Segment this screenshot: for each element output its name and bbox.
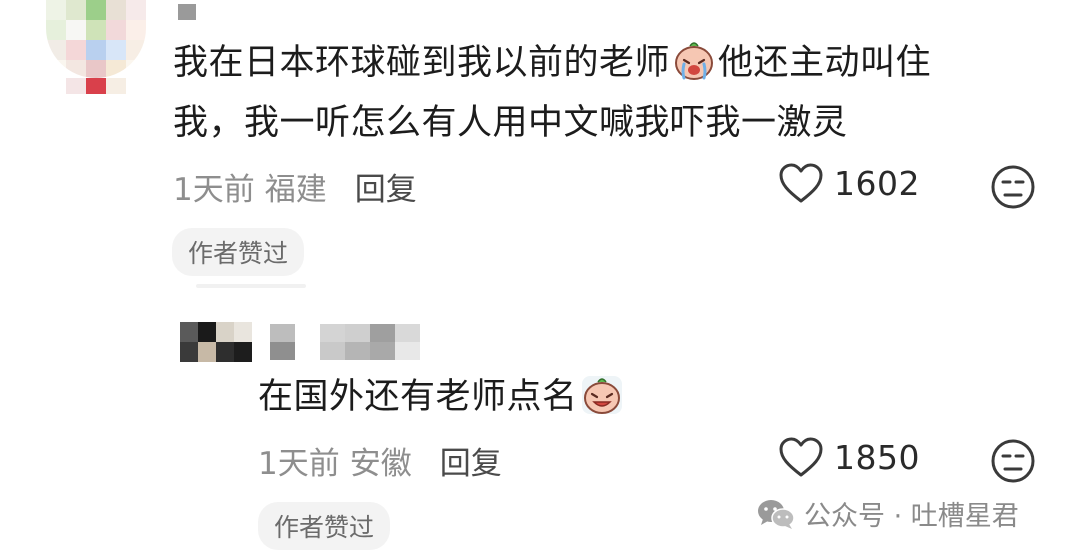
dislike-face-icon[interactable] (990, 164, 1036, 210)
username-blurred[interactable] (178, 4, 196, 20)
comment-location: 安徽 (349, 446, 412, 482)
watermark-text: 公众号 · 吐槽星君 (804, 501, 1019, 532)
comment-meta: 1天前 福建 回复 (173, 164, 417, 209)
comment-text-part: 他还主动叫住 (718, 43, 932, 83)
watermark: 公众号 · 吐槽星君 (756, 494, 1019, 533)
avatar-fragment (66, 78, 126, 94)
comment-text: 我，我一听怎么有人用中文喊我吓我一激灵 (173, 103, 848, 143)
reply-button[interactable]: 回复 (355, 172, 417, 208)
comment-text: 在国外还有老师点名 (258, 367, 626, 427)
like-count: 1850 (834, 437, 920, 477)
comment-meta: 1天前 安徽 回复 (258, 438, 502, 483)
author-liked-badge: 作者赞过 (258, 502, 391, 550)
comment-text: 我在日本环球碰到我以前的老师 他还主动叫住 (173, 33, 931, 93)
crying-face-sticker-icon (675, 42, 714, 80)
reply-button[interactable]: 回复 (440, 446, 502, 482)
wechat-icon (758, 499, 795, 529)
comment-text-part: 在国外还有老师点名 (258, 377, 578, 417)
dislike-face-icon[interactable] (990, 438, 1036, 484)
divider (196, 284, 306, 288)
like-button[interactable]: 1850 (778, 436, 920, 478)
avatar[interactable] (180, 322, 252, 362)
comment-location: 福建 (264, 172, 327, 208)
like-button[interactable]: 1602 (778, 162, 920, 204)
comment-time: 1天前 (258, 446, 340, 482)
author-liked-badge: 作者赞过 (172, 228, 305, 276)
like-count: 1602 (834, 163, 920, 203)
heart-icon (779, 437, 823, 477)
crying-face-sticker-icon (581, 376, 622, 414)
comment-time: 1天前 (173, 172, 255, 208)
username-blurred[interactable] (270, 324, 420, 360)
avatar[interactable] (46, 0, 146, 78)
heart-icon (779, 163, 823, 203)
comment-thread: 我在日本环球碰到我以前的老师 他还主动叫住 我，我一听怎么有人用中文喊我吓我一激… (0, 0, 1080, 556)
comment-text-part: 我在日本环球碰到我以前的老师 (173, 43, 671, 83)
